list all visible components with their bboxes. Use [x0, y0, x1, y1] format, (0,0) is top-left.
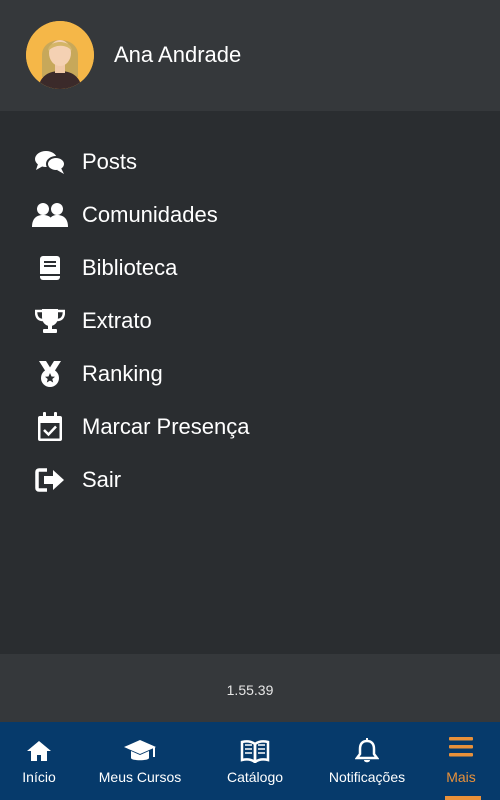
menu-item-label: Extrato: [82, 308, 152, 333]
menu-icon: [430, 734, 492, 760]
menu-item-biblioteca[interactable]: Biblioteca: [0, 242, 500, 294]
menu-item-label: Comunidades: [82, 202, 218, 227]
menu-item-ranking[interactable]: Ranking: [0, 348, 500, 400]
active-tab-indicator: [445, 796, 481, 800]
avatar[interactable]: [26, 21, 94, 89]
menu-item-label: Posts: [82, 149, 138, 174]
menu-item-label: Sair: [82, 467, 122, 492]
home-icon: [0, 738, 78, 764]
side-menu: Posts Comunidades Biblioteca Extrato Ran…: [0, 111, 500, 654]
tab-label: Notificações: [328, 769, 406, 785]
menu-item-label: Marcar Presença: [82, 414, 250, 439]
profile-header: Ana Andrade: [0, 0, 500, 111]
tab-catalogo[interactable]: Catálogo: [215, 722, 295, 800]
tab-label: Catálogo: [226, 769, 284, 785]
app-version: 1.55.39: [226, 682, 274, 698]
trophy-icon: [32, 305, 68, 337]
tab-label: Início: [22, 769, 56, 785]
tab-meus-cursos[interactable]: Meus Cursos: [90, 722, 190, 800]
tab-mais[interactable]: Mais: [430, 722, 492, 800]
version-footer: 1.55.39: [0, 654, 500, 722]
menu-item-label: Ranking: [82, 361, 163, 386]
tab-inicio[interactable]: Início: [0, 722, 78, 800]
user-name: Ana Andrade: [114, 42, 242, 67]
menu-item-posts[interactable]: Posts: [0, 136, 500, 188]
menu-item-marcar-presenca[interactable]: Marcar Presença: [0, 401, 500, 453]
menu-item-label: Biblioteca: [82, 255, 178, 280]
bell-icon: [318, 738, 416, 764]
medal-icon: [32, 358, 68, 390]
sign-out-icon: [32, 464, 68, 496]
calendar-check-icon: [32, 411, 68, 443]
open-book-icon: [215, 738, 295, 764]
tab-label: Meus Cursos: [98, 769, 182, 785]
bottom-tab-bar: Início Meus Cursos Catálogo Notificações…: [0, 722, 500, 800]
menu-item-comunidades[interactable]: Comunidades: [0, 189, 500, 241]
menu-item-sair[interactable]: Sair: [0, 454, 500, 506]
graduation-cap-icon: [90, 738, 190, 764]
comments-icon: [32, 146, 68, 178]
tab-label: Mais: [446, 769, 476, 785]
menu-item-extrato[interactable]: Extrato: [0, 295, 500, 347]
book-icon: [32, 252, 68, 284]
users-icon: [32, 199, 68, 231]
tab-notificacoes[interactable]: Notificações: [318, 722, 416, 800]
